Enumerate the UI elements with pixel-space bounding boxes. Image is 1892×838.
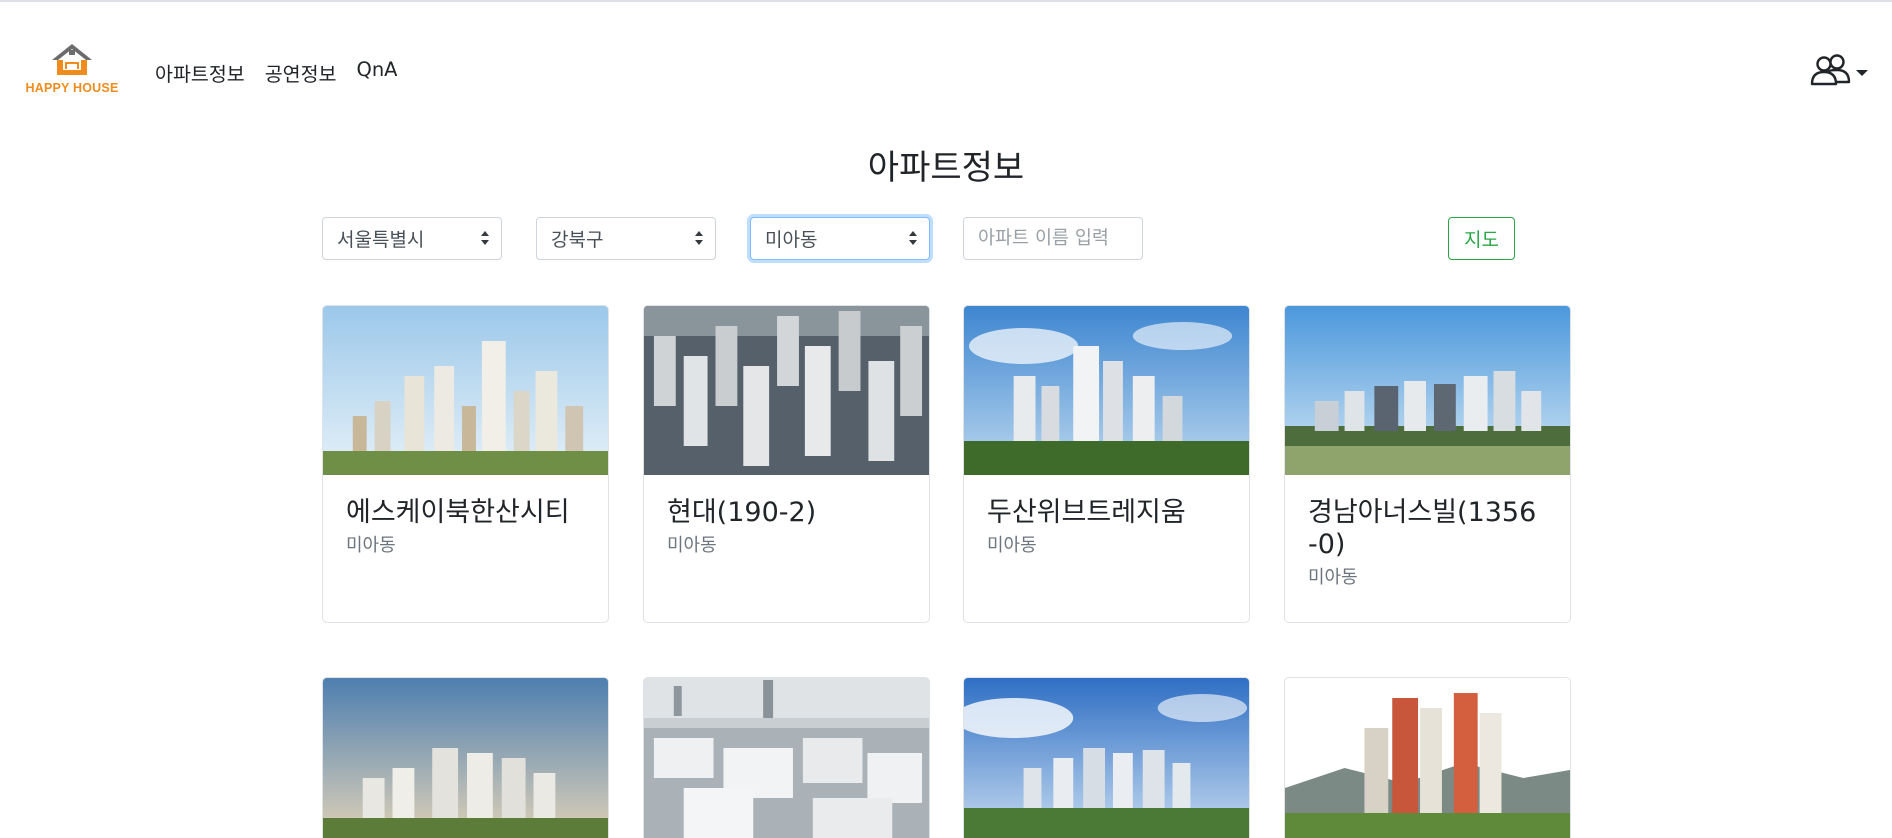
- apartment-card[interactable]: 현대(190-2) 미아동: [643, 305, 930, 623]
- apartment-image: [323, 678, 608, 838]
- card-body: 경남아너스빌(1356-0) 미아동: [1285, 475, 1570, 589]
- top-border: [0, 0, 1892, 2]
- apartment-image: [1285, 678, 1570, 838]
- house-logo-icon: [52, 44, 92, 75]
- dong-select[interactable]: 미아동: [750, 217, 930, 260]
- apartment-image: [644, 306, 929, 475]
- city-select[interactable]: 서울특별시: [322, 217, 502, 260]
- gu-select-value: 강북구: [551, 229, 604, 251]
- apartment-image: [964, 306, 1249, 475]
- dong-select-value: 미아동: [765, 229, 818, 251]
- apartment-image: [964, 678, 1249, 838]
- apartment-name: 두산위브트레지움: [987, 497, 1186, 528]
- apartment-name: 현대(190-2): [667, 497, 817, 528]
- main-nav: 아파트정보 공연정보 QnA: [155, 58, 398, 87]
- apartment-image: [644, 678, 929, 838]
- apartment-image: [1285, 306, 1570, 475]
- card-body: 현대(190-2) 미아동: [644, 475, 929, 557]
- select-arrows-icon: [481, 231, 489, 247]
- apartment-card[interactable]: [963, 677, 1250, 838]
- select-arrows-icon: [909, 231, 917, 247]
- nav-performance-info[interactable]: 공연정보: [265, 58, 337, 87]
- nav-qna[interactable]: QnA: [356, 58, 397, 87]
- city-select-value: 서울특별시: [337, 229, 425, 251]
- user-menu-toggle[interactable]: [1810, 54, 1868, 88]
- apartment-card[interactable]: [322, 677, 609, 838]
- apartment-image: [323, 306, 608, 475]
- apartment-card[interactable]: [1284, 677, 1571, 838]
- apartment-name: 에스케이북한산시티: [346, 497, 570, 528]
- select-arrows-icon: [695, 231, 703, 247]
- caret-down-icon: [1856, 70, 1868, 76]
- card-body: 두산위브트레지움 미아동: [964, 475, 1249, 557]
- apartment-dong: 미아동: [346, 535, 396, 556]
- page-title: 아파트정보: [867, 148, 1025, 188]
- apartment-dong: 미아동: [1308, 567, 1358, 588]
- apartment-name-input[interactable]: [963, 217, 1143, 260]
- users-icon: [1810, 54, 1851, 86]
- gu-select[interactable]: 강북구: [536, 217, 716, 260]
- brand-name: HAPPY HOUSE: [25, 81, 119, 95]
- map-button[interactable]: 지도: [1448, 217, 1515, 260]
- apartment-dong: 미아동: [987, 535, 1037, 556]
- apartment-card[interactable]: [643, 677, 930, 838]
- brand-logo[interactable]: HAPPY HOUSE: [26, 42, 118, 98]
- navbar: HAPPY HOUSE 아파트정보 공연정보 QnA: [0, 30, 1892, 122]
- apartment-dong: 미아동: [667, 535, 717, 556]
- apartment-card[interactable]: 경남아너스빌(1356-0) 미아동: [1284, 305, 1571, 623]
- card-body: 에스케이북한산시티 미아동: [323, 475, 608, 557]
- apartment-card[interactable]: 에스케이북한산시티 미아동: [322, 305, 609, 623]
- apartment-name: 경남아너스빌(1356-0): [1308, 497, 1537, 560]
- apartment-card[interactable]: 두산위브트레지움 미아동: [963, 305, 1250, 623]
- nav-apartment-info[interactable]: 아파트정보: [155, 58, 245, 87]
